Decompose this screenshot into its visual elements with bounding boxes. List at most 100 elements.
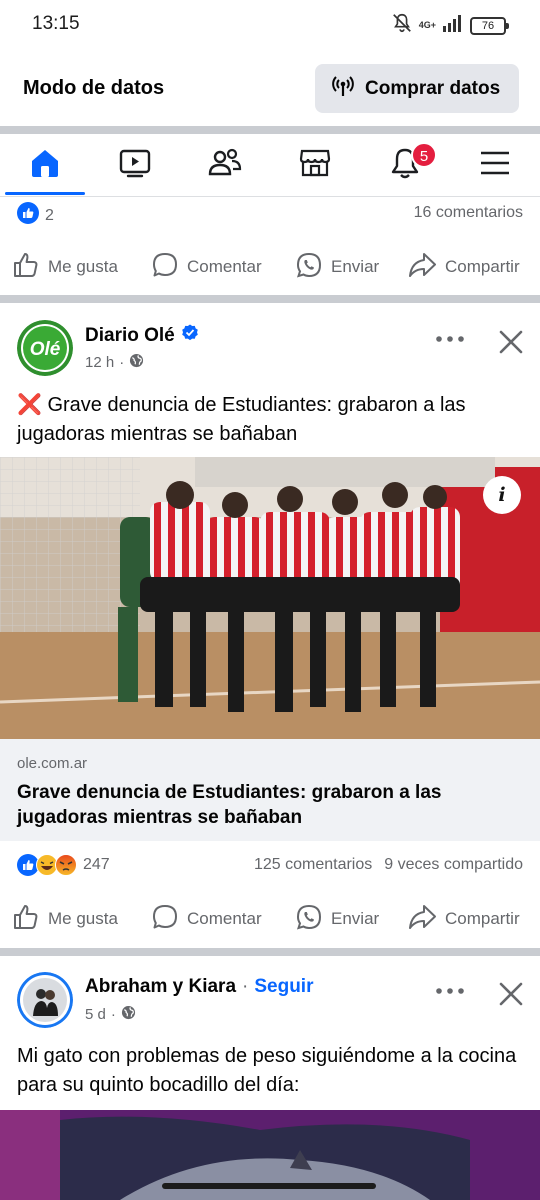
post1-link-card[interactable]: ole.com.ar Grave denuncia de Estudiantes… [0, 739, 540, 841]
antenna-icon [331, 74, 355, 103]
info-button[interactable]: i [483, 476, 521, 514]
thumbs-up-icon [12, 251, 40, 284]
marketplace-icon [298, 146, 332, 185]
prev-post-comments: 16 comentarios [413, 204, 523, 221]
data-mode-bar: Modo de datos Comprar datos [0, 50, 540, 126]
reaction-icons [17, 854, 77, 876]
prev-comment-button[interactable]: Comentar [151, 245, 262, 289]
share-button[interactable]: Compartir [407, 897, 520, 941]
data-mode-title: Modo de datos [23, 77, 165, 99]
post2-avatar[interactable] [17, 972, 73, 1028]
tab-marketplace[interactable] [270, 134, 360, 196]
tab-menu[interactable] [450, 134, 540, 196]
status-bar: 13:15 4G+ 76 [0, 0, 540, 50]
home-icon [28, 146, 62, 185]
like-label: Me gusta [48, 909, 118, 928]
post2-header: Abraham y Kiara · Seguir 5 d · [0, 972, 540, 1038]
comment-button[interactable]: Comentar [151, 897, 262, 941]
comment-icon [151, 903, 179, 936]
angry-reaction-icon [55, 854, 77, 876]
tab-notifications[interactable]: 5 [360, 134, 450, 196]
meta-dot: · [110, 1006, 116, 1023]
more-dots-icon [434, 332, 466, 349]
prev-post-counts: 2 16 comentarios [0, 198, 540, 230]
comment-label: Comentar [187, 257, 262, 276]
prev-post-reactions-count: 2 [45, 206, 54, 224]
notifications-badge: 5 [411, 142, 437, 168]
send-button[interactable]: Enviar [295, 897, 379, 941]
post1-engagement: 125 comentarios 9 veces compartido [254, 856, 523, 874]
share-label: Compartir [445, 909, 520, 928]
post1-reactions[interactable]: 247 [17, 854, 110, 876]
post1-author[interactable]: Diario Olé [85, 325, 175, 347]
post1-reactions-count: 247 [83, 856, 110, 873]
video-icon [118, 147, 152, 184]
menu-icon [479, 149, 511, 182]
tab-friends[interactable] [180, 134, 270, 196]
share-label: Compartir [445, 257, 520, 276]
cross-mark-emoji: ❌ [17, 394, 42, 416]
separator [0, 126, 540, 134]
like-reaction-icon [17, 202, 39, 229]
thumbs-up-icon [12, 903, 40, 936]
prev-send-button[interactable]: Enviar [295, 245, 379, 289]
post1-author-row: Diario Olé [85, 324, 199, 348]
post2-text: Mi gato con problemas de peso siguiéndom… [17, 1045, 517, 1096]
home-indicator[interactable] [162, 1183, 376, 1189]
prev-share-button[interactable]: Compartir [407, 245, 520, 289]
buy-data-label: Comprar datos [365, 77, 501, 99]
prev-post-comments-count[interactable]: 16 comentarios [414, 204, 523, 222]
globe-icon [121, 1005, 136, 1024]
buy-data-button[interactable]: Comprar datos [315, 64, 519, 113]
post1-hide-button[interactable] [497, 328, 525, 361]
post2-time[interactable]: 5 d [85, 1006, 106, 1023]
battery-indicator: 76 [470, 16, 509, 35]
prev-post-actions: Me gusta Comentar Enviar Compartir [0, 245, 540, 289]
meta-dot: · [119, 354, 125, 371]
avatar-logo-text: Olé [30, 339, 61, 360]
tab-home[interactable] [0, 134, 90, 196]
like-label: Me gusta [48, 257, 118, 276]
post1-photo[interactable] [0, 457, 540, 739]
friends-icon [207, 147, 243, 184]
main-nav: 5 [0, 134, 540, 197]
follow-separator: · [242, 976, 249, 997]
post2-meta: 5 d · [85, 1005, 136, 1024]
post1-time[interactable]: 12 h [85, 354, 114, 371]
send-label: Enviar [331, 257, 380, 276]
post1-text-content: Grave denuncia de Estudiantes: grabaron … [17, 394, 466, 445]
verified-icon [181, 324, 199, 348]
post1-shares[interactable]: 9 veces compartido [384, 856, 523, 874]
separator [0, 948, 540, 956]
post1-counts: 247 125 comentarios 9 veces compartido [0, 850, 540, 882]
post1-actions: Me gusta Comentar Enviar Compartir [0, 897, 540, 941]
post2-author-row: Abraham y Kiara · Seguir [85, 976, 313, 998]
whatsapp-icon [295, 251, 323, 284]
send-label: Enviar [331, 909, 380, 928]
like-button[interactable]: Me gusta [12, 897, 118, 941]
share-icon [407, 903, 437, 936]
prev-post-reactions[interactable]: 2 [17, 202, 54, 229]
network-type: 4G+ [418, 20, 436, 30]
post1-header: Olé Diario Olé 12 h · [0, 320, 540, 386]
post1-text: ❌ Grave denuncia de Estudiantes: grabaro… [17, 391, 527, 449]
link-title: Grave denuncia de Estudiantes: grabaron … [17, 782, 442, 828]
mute-notifications-icon [391, 12, 413, 39]
post1-avatar[interactable]: Olé [17, 320, 73, 376]
globe-icon [129, 353, 144, 372]
share-icon [407, 251, 437, 284]
post1-more-button[interactable] [434, 332, 466, 350]
post1-comments[interactable]: 125 comentarios [254, 856, 372, 874]
tab-video[interactable] [90, 134, 180, 196]
status-icons: 4G+ 76 [391, 12, 509, 39]
status-time: 13:15 [32, 13, 80, 34]
follow-button[interactable]: Seguir [254, 976, 313, 998]
post2-more-button[interactable] [434, 984, 466, 1002]
post1-meta: 12 h · [85, 353, 144, 372]
comment-icon [151, 251, 179, 284]
post2-author[interactable]: Abraham y Kiara [85, 976, 236, 998]
more-dots-icon [434, 984, 466, 1001]
prev-like-button[interactable]: Me gusta [12, 245, 118, 289]
post2-hide-button[interactable] [497, 980, 525, 1013]
active-tab-indicator [5, 192, 85, 195]
